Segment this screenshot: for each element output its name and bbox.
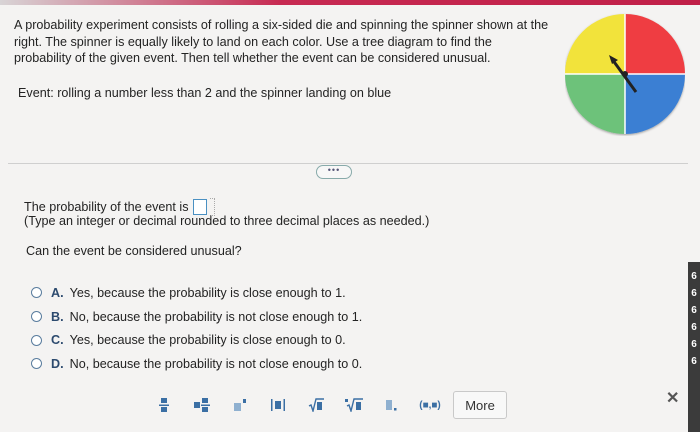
question-line-2: right. The spinner is equally likely to … — [14, 34, 492, 49]
option-b-text: No, because the probability is not close… — [69, 309, 363, 324]
probability-answer-input[interactable] — [192, 199, 207, 215]
option-a-text: Yes, because the probability is close en… — [69, 285, 346, 300]
option-d-letter: D. — [51, 356, 64, 371]
close-icon[interactable]: ✕ — [666, 388, 679, 408]
sqrt-icon[interactable] — [297, 393, 335, 417]
section-divider — [8, 163, 688, 164]
right-edge-digit: 6 — [691, 322, 697, 333]
probability-label: The probability of the event is — [24, 200, 189, 214]
spinner-image — [565, 14, 685, 134]
right-edge-digit: 6 — [691, 271, 697, 282]
spinner-blue-sector — [625, 74, 685, 134]
radio-a[interactable] — [31, 287, 42, 299]
option-c[interactable]: C. Yes, because the probability is close… — [31, 328, 362, 352]
math-toolbar: (■,■) More — [145, 391, 507, 419]
radio-c[interactable] — [31, 334, 42, 346]
question-line-1: A probability experiment consists of rol… — [14, 18, 549, 32]
answer-hint: (Type an integer or decimal rounded to t… — [24, 214, 430, 228]
spinner-green-sector — [565, 74, 625, 134]
option-b[interactable]: B. No, because the probability is not cl… — [31, 305, 362, 329]
option-b-letter: B. — [51, 309, 64, 324]
right-edge-digit: 6 — [691, 356, 697, 367]
event-text: Event: rolling a number less than 2 and … — [18, 86, 392, 100]
top-accent-bar — [0, 0, 700, 5]
interval-icon[interactable]: (■,■) — [411, 393, 449, 417]
decimal-icon[interactable] — [373, 393, 411, 417]
radio-d[interactable] — [31, 358, 42, 370]
mixed-number-icon[interactable] — [183, 393, 221, 417]
question-text: A probability experiment consists of rol… — [14, 17, 559, 67]
unusual-question: Can the event be considered unusual? — [26, 244, 242, 258]
exponent-icon[interactable] — [221, 393, 259, 417]
question-line-3: probability of the given event. Then tel… — [14, 51, 491, 65]
right-edge-digit: 6 — [691, 288, 697, 299]
option-a[interactable]: A. Yes, because the probability is close… — [31, 281, 362, 305]
absolute-value-icon[interactable] — [259, 393, 297, 417]
radio-b[interactable] — [31, 311, 42, 323]
fraction-icon[interactable] — [145, 393, 183, 417]
option-d-text: No, because the probability is not close… — [69, 356, 363, 371]
expand-more-button[interactable]: ••• — [316, 165, 352, 179]
option-c-letter: C. — [51, 333, 64, 348]
answer-options: A. Yes, because the probability is close… — [31, 281, 362, 376]
more-tools-button[interactable]: More — [453, 391, 507, 419]
option-d[interactable]: D. No, because the probability is not cl… — [31, 352, 362, 376]
option-c-text: Yes, because the probability is close en… — [69, 333, 346, 348]
right-edge-panel: 6 6 6 6 6 6 — [688, 262, 700, 432]
nth-root-icon[interactable] — [335, 393, 373, 417]
right-edge-digit: 6 — [691, 305, 697, 316]
option-a-letter: A. — [51, 285, 64, 300]
right-edge-digit: 6 — [691, 339, 697, 350]
spinner-red-sector — [625, 14, 685, 74]
